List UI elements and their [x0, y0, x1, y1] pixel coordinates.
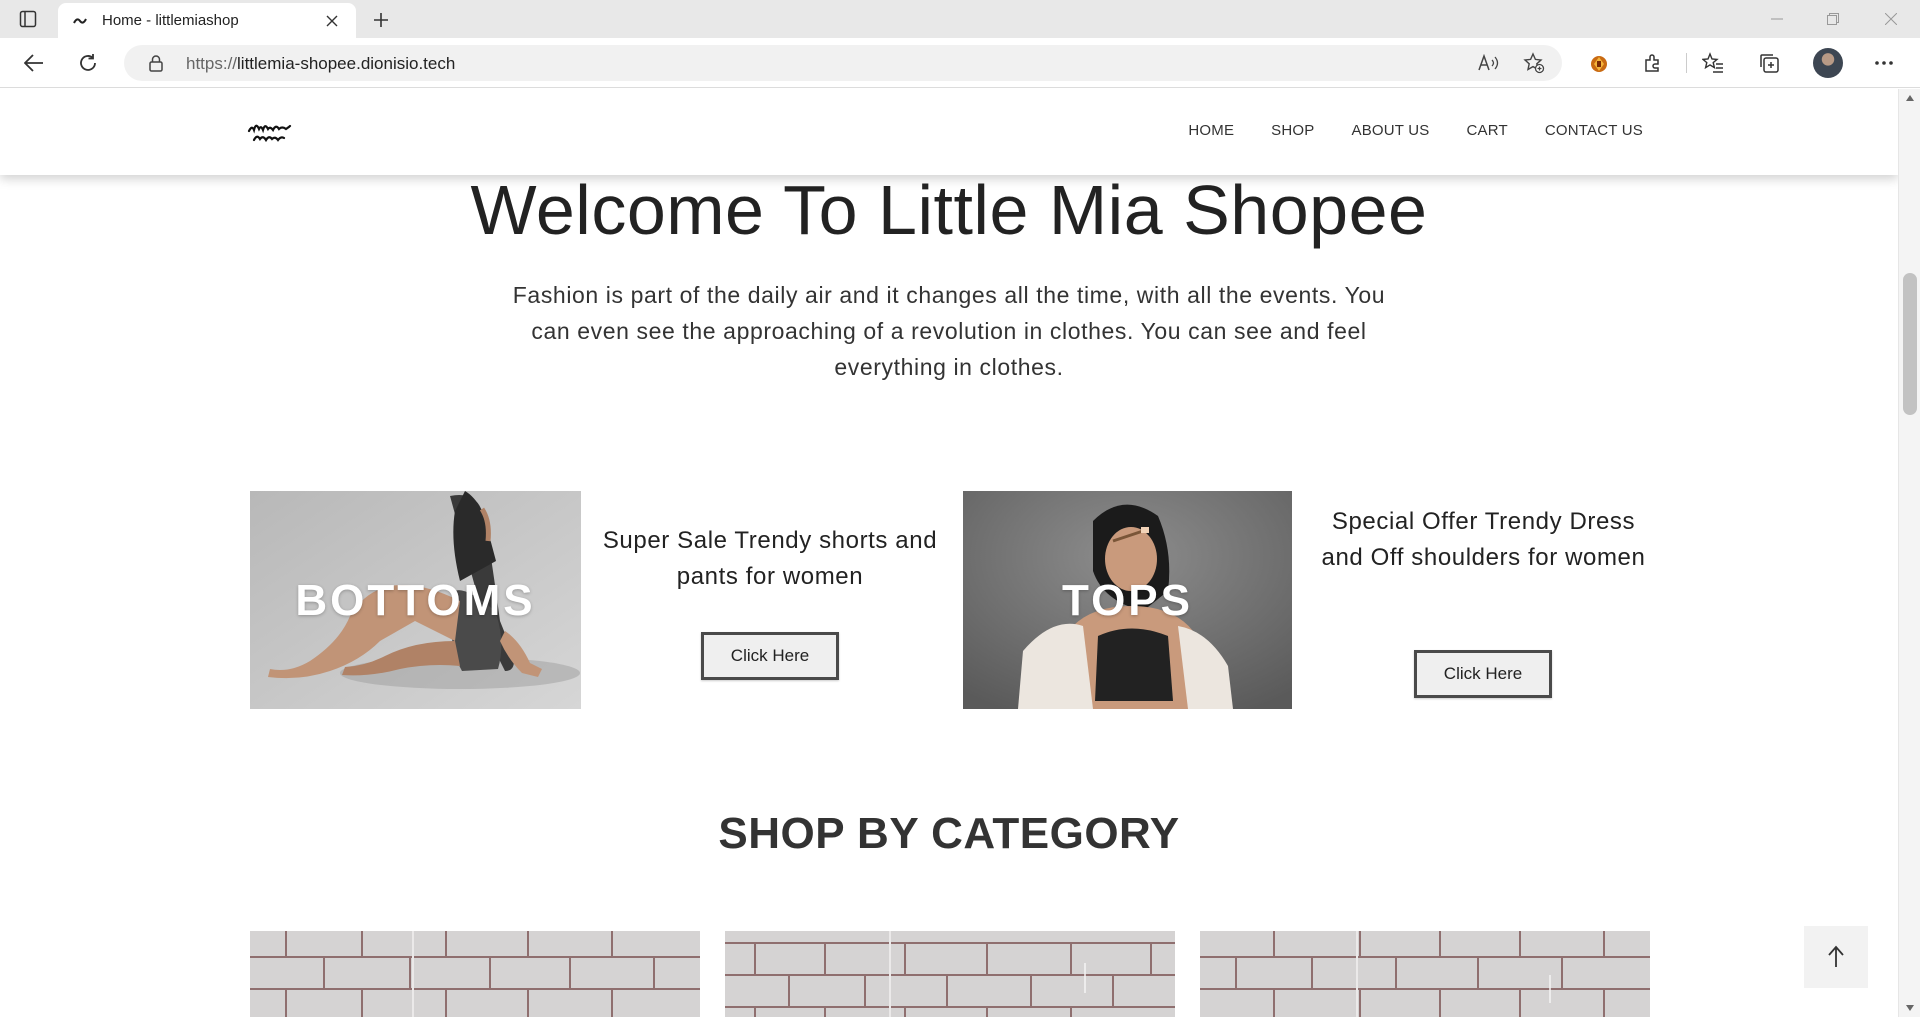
category-card-image [725, 931, 1175, 1017]
nav-shop[interactable]: SHOP [1271, 122, 1314, 139]
promo-bottoms-text: Super Sale Trendy shorts and pants for w… [602, 527, 938, 590]
lock-icon[interactable] [148, 54, 164, 72]
promo-tops-image[interactable]: TOPS [963, 491, 1292, 709]
promo-bottoms-image[interactable]: BOTTOMS [250, 491, 581, 709]
restore-icon[interactable] [1818, 6, 1848, 32]
arrow-up-icon [1828, 945, 1844, 967]
address-bar[interactable]: https://littlemia-shopee.dionisio.tech [124, 45, 1562, 81]
collections-icon[interactable] [1753, 47, 1785, 79]
close-window-icon[interactable] [1876, 6, 1906, 32]
more-options-icon[interactable] [1868, 47, 1900, 79]
page-viewport: HOME SHOP ABOUT US CART CONTACT US Welco… [0, 89, 1898, 1017]
read-aloud-icon[interactable] [1476, 50, 1502, 76]
site-header: HOME SHOP ABOUT US CART CONTACT US [0, 89, 1898, 175]
tab-title: Home - littlemiashop [102, 12, 239, 29]
category-card[interactable] [250, 931, 700, 1017]
scrollbar-thumb[interactable] [1903, 273, 1917, 415]
promo-tops-button[interactable]: Click Here [1414, 650, 1552, 698]
hero-title: Welcome To Little Mia Shopee [470, 171, 1428, 249]
category-card[interactable] [725, 931, 1175, 1017]
profile-avatar[interactable] [1813, 48, 1843, 78]
nav-about-us[interactable]: ABOUT US [1351, 122, 1429, 139]
hero-subtitle: Fashion is part of the daily air and it … [512, 282, 1386, 380]
logo-icon [247, 124, 292, 143]
site-favicon-icon [72, 13, 88, 29]
promo-bottoms-caption: BOTTOMS [295, 576, 536, 625]
nav-cart[interactable]: CART [1467, 122, 1508, 139]
url-text[interactable]: https://littlemia-shopee.dionisio.tech [186, 54, 455, 74]
back-to-top-button[interactable] [1804, 926, 1868, 988]
scroll-up-icon[interactable] [1905, 93, 1915, 103]
minimize-icon[interactable] [1762, 6, 1792, 32]
main-nav: HOME SHOP ABOUT US CART CONTACT US [1151, 122, 1643, 139]
category-card-image [250, 931, 700, 1017]
browser-toolbar: https://littlemia-shopee.dionisio.tech [0, 38, 1920, 88]
nav-contact-us[interactable]: CONTACT US [1545, 122, 1643, 139]
shop-by-category-title: SHOP BY CATEGORY [718, 809, 1180, 858]
promo-bottoms-button[interactable]: Click Here [701, 632, 839, 680]
browser-tab[interactable]: Home - littlemiashop [58, 3, 356, 38]
toolbar-separator [1686, 53, 1687, 73]
page-scrollbar[interactable] [1898, 89, 1920, 1017]
tab-actions-icon[interactable] [16, 8, 40, 30]
promo-tops-caption: TOPS [1061, 576, 1193, 625]
category-card-image [1200, 931, 1650, 1017]
promo-tops-text: Special Offer Trendy Dress and Off shoul… [1321, 508, 1646, 571]
back-icon[interactable] [18, 47, 50, 79]
nav-home[interactable]: HOME [1188, 122, 1234, 139]
scroll-down-icon[interactable] [1905, 1003, 1915, 1013]
category-card[interactable] [1200, 931, 1650, 1017]
extensions-icon[interactable] [1637, 47, 1669, 79]
refresh-icon[interactable] [72, 47, 104, 79]
browser-tab-bar: Home - littlemiashop [0, 0, 1920, 38]
site-logo[interactable] [246, 117, 292, 149]
extension-badge-icon[interactable] [1583, 47, 1615, 79]
add-favorite-icon[interactable] [1521, 50, 1547, 76]
tab-close-icon[interactable] [322, 11, 342, 31]
favorites-icon[interactable] [1697, 47, 1729, 79]
new-tab-icon[interactable] [368, 7, 394, 33]
